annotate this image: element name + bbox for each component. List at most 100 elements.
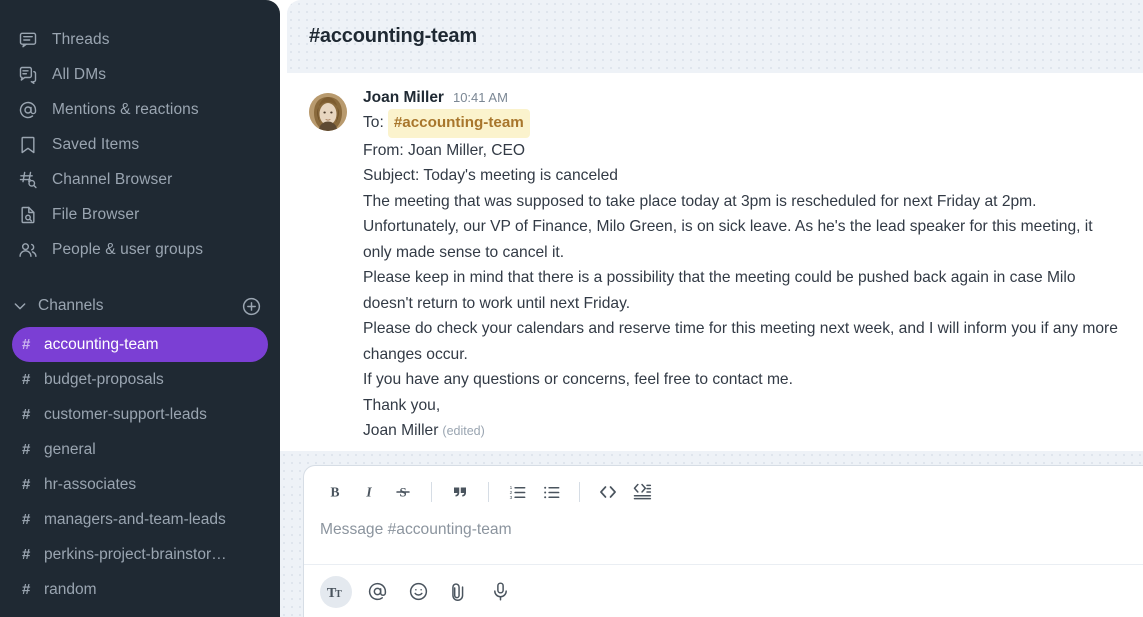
text-format-icon: T T [327, 585, 342, 601]
message-signature-line: Joan Miller (edited) [363, 418, 1121, 445]
message-header: Joan Miller 10:41 AM [363, 89, 1121, 107]
channels-section-header: Channels [0, 289, 280, 323]
formatting-toolbar: B I S [304, 466, 1143, 518]
chevron-down-icon[interactable] [10, 296, 30, 316]
attachment-button[interactable] [443, 576, 475, 608]
sidebar-channel-accounting-team[interactable]: # accounting-team [12, 327, 268, 362]
composer-area: B I S [280, 451, 1143, 617]
sidebar-channel-general[interactable]: # general [12, 432, 268, 467]
app-window: Threads All DMs Mentions & reactions Sav… [0, 0, 1143, 617]
ordered-list-icon: 1 2 3 [509, 484, 525, 500]
sidebar-item-saved-items[interactable]: Saved Items [10, 127, 270, 162]
smiley-icon [409, 582, 427, 601]
svg-text:3: 3 [509, 494, 512, 500]
svg-text:1: 1 [509, 484, 512, 490]
mention-button[interactable] [361, 576, 393, 608]
code-button[interactable] [593, 477, 623, 507]
sidebar-item-label: People & user groups [52, 240, 204, 258]
plus-circle-icon[interactable] [240, 295, 262, 317]
sidebar-item-label: Saved Items [52, 135, 140, 153]
message-list: Joan Miller 10:41 AM To: #accounting-team… [287, 73, 1143, 451]
italic-icon: I [365, 485, 372, 500]
paperclip-icon [451, 583, 463, 601]
bulleted-list-button[interactable] [536, 477, 566, 507]
channel-label: general [44, 440, 96, 458]
sidebar-item-mentions[interactable]: Mentions & reactions [10, 92, 270, 127]
hash-icon: # [22, 336, 31, 353]
sidebar-channel-managers-and-team-leads[interactable]: # managers-and-team-leads [12, 502, 268, 537]
strikethrough-button[interactable]: S [388, 477, 418, 507]
sidebar-item-label: Channel Browser [52, 170, 173, 188]
sidebar: Threads All DMs Mentions & reactions Sav… [0, 0, 280, 617]
code-icon [600, 486, 616, 498]
channel-label: managers-and-team-leads [44, 510, 226, 528]
strikethrough-icon: S [396, 486, 410, 500]
toolbar-divider [488, 482, 489, 502]
sidebar-item-label: Threads [52, 30, 110, 48]
microphone-button[interactable] [484, 576, 516, 608]
sidebar-item-file-browser[interactable]: File Browser [10, 197, 270, 232]
channel-label: customer-support-leads [44, 405, 207, 423]
channel-header: #accounting-team [287, 0, 1143, 73]
sidebar-channel-customer-support-leads[interactable]: # customer-support-leads [12, 397, 268, 432]
toolbar-divider [579, 482, 580, 502]
hash-icon: # [22, 581, 31, 598]
edited-label: (edited) [442, 424, 485, 438]
sidebar-item-threads[interactable]: Threads [10, 22, 270, 57]
ordered-list-button[interactable]: 1 2 3 [502, 477, 532, 507]
italic-button[interactable]: I [354, 477, 384, 507]
sidebar-item-label: File Browser [52, 205, 140, 223]
svg-text:2: 2 [509, 489, 512, 495]
people-icon [18, 240, 38, 260]
message-author[interactable]: Joan Miller [363, 89, 444, 107]
channel-label: perkins-project-brainstor… [44, 545, 227, 563]
hash-icon: # [22, 476, 31, 493]
message-input[interactable]: Message #accounting-team [304, 518, 1143, 564]
code-block-button[interactable] [627, 477, 657, 507]
threads-icon [18, 30, 38, 50]
message-line: From: Joan Miller, CEO [363, 141, 526, 159]
blockquote-button[interactable] [445, 477, 475, 507]
channel-label: hr-associates [44, 475, 137, 493]
message-line: Please keep in mind that there is a poss… [363, 269, 1076, 312]
page-title: #accounting-team [309, 25, 477, 47]
message-line: Subject: Today's meeting is canceled [363, 167, 618, 184]
message-input-placeholder: Message #accounting-team [320, 521, 512, 538]
hash-icon: # [22, 511, 31, 528]
message-signature: Joan Miller [363, 422, 439, 439]
composer-actions: T T [304, 564, 1143, 617]
message-line: Unfortunately, our VP of Finance, Milo G… [363, 218, 1093, 261]
hash-icon: # [22, 441, 31, 458]
bold-button[interactable]: B [320, 477, 350, 507]
quote-icon [454, 487, 466, 497]
sidebar-item-label: All DMs [52, 65, 107, 83]
sidebar-channel-perkins-project-brainstorm[interactable]: # perkins-project-brainstor… [12, 537, 268, 572]
hash-icon: # [22, 546, 31, 563]
to-channel-chip[interactable]: #accounting-team [387, 109, 530, 138]
sidebar-nav: Threads All DMs Mentions & reactions Sav… [0, 22, 280, 267]
sidebar-item-all-dms[interactable]: All DMs [10, 57, 270, 92]
channel-browser-icon [18, 170, 38, 190]
svg-text:I: I [365, 485, 372, 500]
file-browser-icon [18, 205, 38, 225]
mentions-icon [18, 100, 38, 120]
sidebar-channel-budget-proposals[interactable]: # budget-proposals [12, 362, 268, 397]
message-item: Joan Miller 10:41 AM To: #accounting-team… [309, 89, 1121, 445]
svg-text:T: T [335, 589, 342, 600]
message-to-line: To: #accounting-team [363, 109, 1121, 138]
hash-icon: # [22, 371, 31, 388]
toolbar-divider [431, 482, 432, 502]
text-formatting-button[interactable]: T T [320, 575, 352, 608]
channels-section-title: Channels [38, 297, 104, 314]
sidebar-channel-hr-associates[interactable]: # hr-associates [12, 467, 268, 502]
user-avatar [309, 93, 347, 131]
sidebar-channel-random[interactable]: # random [12, 572, 268, 607]
code-block-icon [633, 483, 652, 500]
emoji-button[interactable] [402, 576, 434, 608]
hash-icon: # [22, 406, 31, 423]
avatar[interactable] [309, 93, 347, 131]
channel-label: accounting-team [44, 335, 159, 353]
sidebar-item-people[interactable]: People & user groups [10, 232, 270, 267]
message-body: Joan Miller 10:41 AM To: #accounting-team… [363, 89, 1121, 445]
sidebar-item-channel-browser[interactable]: Channel Browser [10, 162, 270, 197]
